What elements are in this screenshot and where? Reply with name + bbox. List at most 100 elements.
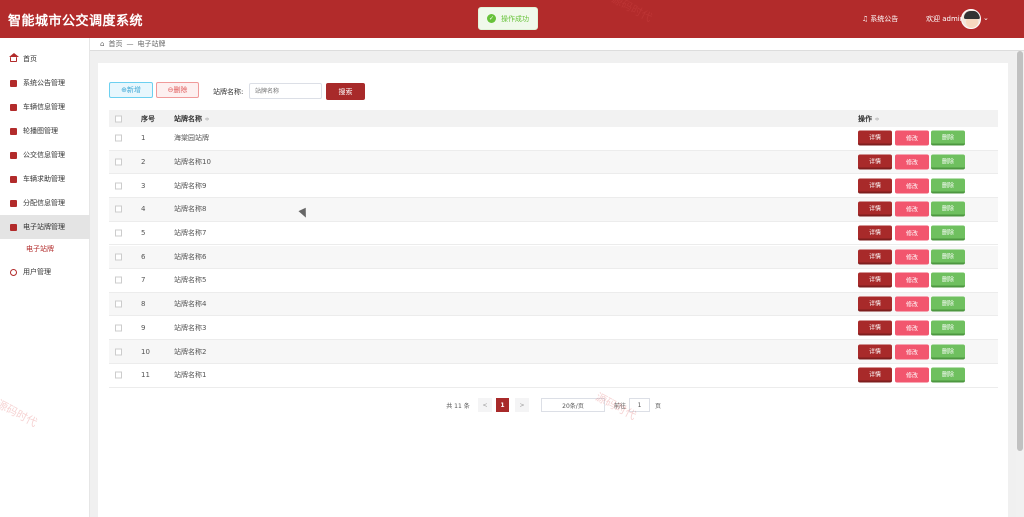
check-circle-icon: ✓ [487, 14, 496, 23]
page-scrollbar[interactable] [1016, 51, 1024, 517]
sidebar-item-bus-info[interactable]: 公交信息管理 [0, 143, 90, 167]
submenu-item-e-sign[interactable]: 电子站牌 [26, 244, 54, 254]
edit-button[interactable]: 修改 [895, 367, 929, 383]
success-toast: ✓ 操作成功 [478, 7, 538, 30]
header-name[interactable]: 站牌名称 ≑ [174, 114, 209, 124]
remove-button[interactable]: 删除 [931, 178, 965, 194]
edit-button[interactable]: 修改 [895, 225, 929, 241]
edit-button[interactable]: 修改 [895, 154, 929, 170]
remove-button[interactable]: 删除 [931, 296, 965, 312]
detail-button[interactable]: 详情 [858, 272, 892, 288]
remove-button[interactable]: 删除 [931, 272, 965, 288]
row-checkbox[interactable] [115, 229, 122, 237]
row-name: 站牌名称8 [174, 205, 207, 214]
sidebar-item-help[interactable]: 车辆求助管理 [0, 167, 90, 191]
row-name: 站牌名称3 [174, 323, 207, 332]
header-actions[interactable]: 操作 ≑ [858, 114, 879, 124]
remove-button[interactable]: 删除 [931, 249, 965, 265]
row-checkbox[interactable] [115, 134, 122, 142]
sidebar-item-announcements[interactable]: 系统公告管理 [0, 71, 90, 95]
sign-icon [10, 223, 17, 231]
table-header: 序号 站牌名称 ≑ 操作 ≑ [109, 110, 998, 127]
detail-button[interactable]: 详情 [858, 249, 892, 265]
row-checkbox[interactable] [115, 300, 122, 308]
detail-button[interactable]: 详情 [858, 344, 892, 360]
row-checkbox[interactable] [115, 158, 122, 166]
remove-button[interactable]: 删除 [931, 320, 965, 336]
row-index: 9 [141, 323, 146, 332]
chevron-down-icon[interactable]: ⌄ [983, 14, 989, 22]
detail-button[interactable]: 详情 [858, 178, 892, 194]
sidebar-item-home[interactable]: 首页 [0, 47, 90, 71]
help-icon [10, 175, 17, 183]
sidebar-item-e-sign[interactable]: 电子站牌管理 [0, 215, 90, 239]
table-row: 6 站牌名称6 详情 修改 删除 [109, 245, 998, 269]
row-name: 站牌名称7 [174, 229, 207, 238]
row-checkbox[interactable] [115, 276, 122, 284]
detail-button[interactable]: 详情 [858, 296, 892, 312]
remove-button[interactable]: 删除 [931, 130, 965, 146]
detail-button[interactable]: 详情 [858, 367, 892, 383]
prev-page-button[interactable]: < [478, 398, 492, 412]
sidebar-item-label: 车辆信息管理 [23, 103, 65, 111]
sidebar-item-vehicles[interactable]: 车辆信息管理 [0, 95, 90, 119]
detail-button[interactable]: 详情 [858, 154, 892, 170]
select-all-checkbox[interactable] [115, 115, 122, 122]
row-index: 11 [141, 371, 150, 380]
page-1-button[interactable]: 1 [496, 398, 509, 412]
row-index: 6 [141, 252, 146, 261]
remove-button[interactable]: 删除 [931, 154, 965, 170]
row-name: 站牌名称6 [174, 252, 207, 261]
edit-button[interactable]: 修改 [895, 178, 929, 194]
sidebar-item-users[interactable]: 用户管理 [0, 260, 90, 284]
row-checkbox[interactable] [115, 348, 122, 356]
remove-button[interactable]: 删除 [931, 344, 965, 360]
pagination-total: 共 11 条 [446, 402, 470, 410]
delete-button[interactable]: ⊖删除 [156, 82, 199, 98]
row-checkbox[interactable] [115, 324, 122, 332]
edit-button[interactable]: 修改 [895, 296, 929, 312]
remove-button[interactable]: 删除 [931, 225, 965, 241]
row-name: 站牌名称9 [174, 181, 207, 190]
detail-button[interactable]: 详情 [858, 201, 892, 217]
table-row: 10 站牌名称2 详情 修改 删除 [109, 340, 998, 364]
detail-button[interactable]: 详情 [858, 225, 892, 241]
sidebar-item-label: 车辆求助管理 [23, 175, 65, 183]
avatar[interactable] [961, 9, 981, 29]
edit-button[interactable]: 修改 [895, 344, 929, 360]
edit-button[interactable]: 修改 [895, 272, 929, 288]
next-page-button[interactable]: > [515, 398, 529, 412]
row-checkbox[interactable] [115, 205, 122, 213]
row-checkbox[interactable] [115, 182, 122, 190]
sort-icon: ≑ [874, 115, 880, 123]
announcement-link[interactable]: ♫ 系统公告 [862, 14, 898, 24]
edit-button[interactable]: 修改 [895, 320, 929, 336]
breadcrumb-current: 电子站牌 [137, 40, 166, 48]
sidebar-item-assign[interactable]: 分配信息管理 [0, 191, 90, 215]
search-input[interactable] [249, 83, 322, 99]
row-index: 3 [141, 181, 146, 190]
breadcrumb-separator: — [126, 40, 134, 48]
detail-button[interactable]: 详情 [858, 130, 892, 146]
search-button[interactable]: 搜索 [326, 83, 365, 100]
row-index: 1 [141, 134, 146, 143]
user-icon [10, 268, 17, 276]
row-checkbox[interactable] [115, 371, 122, 379]
row-name: 站牌名称1 [174, 371, 207, 380]
breadcrumb-home[interactable]: 首页 [108, 39, 122, 49]
edit-button[interactable]: 修改 [895, 201, 929, 217]
add-button[interactable]: ⊕新增 [109, 82, 153, 98]
remove-button[interactable]: 删除 [931, 201, 965, 217]
remove-button[interactable]: 删除 [931, 367, 965, 383]
edit-button[interactable]: 修改 [895, 130, 929, 146]
detail-button[interactable]: 详情 [858, 320, 892, 336]
row-checkbox[interactable] [115, 253, 122, 261]
edit-button[interactable]: 修改 [895, 249, 929, 265]
table-row: 8 站牌名称4 详情 修改 删除 [109, 292, 998, 317]
welcome-text: 欢迎 admin [926, 15, 965, 23]
row-name: 站牌名称10 [174, 157, 211, 166]
main-panel: ⊕新增 ⊖删除 站牌名称: 搜索 序号 站牌名称 ≑ 操作 ≑ 1海棠园站牌详情… [98, 63, 1008, 517]
sidebar-item-carousel[interactable]: 轮播图管理 [0, 119, 90, 143]
breadcrumb: ⌂ 首页 — 电子站牌 [90, 38, 1024, 51]
row-index: 10 [141, 347, 150, 356]
